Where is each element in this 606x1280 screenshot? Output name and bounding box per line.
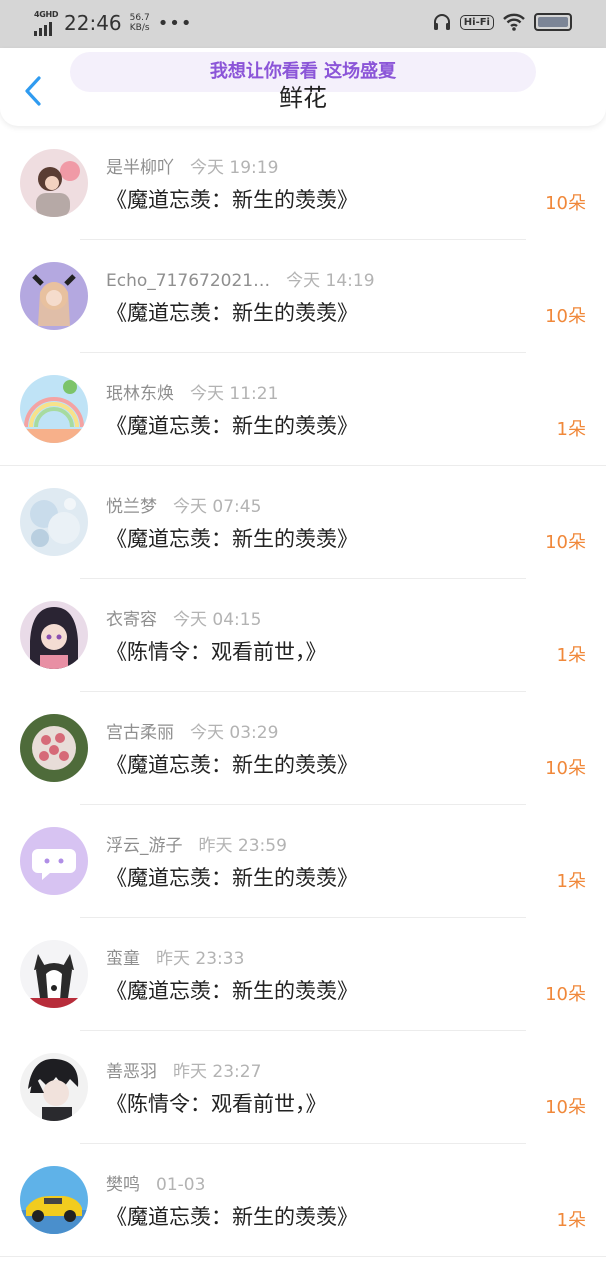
work-title: 《魔道忘羡：新生的羡羡》 — [106, 1205, 358, 1229]
user-name: 衣寄容 — [106, 610, 157, 630]
timestamp: 昨天 23:33 — [156, 949, 245, 969]
work-title: 《魔道忘羡：新生的羡羡》 — [106, 188, 358, 212]
avatar-flower-bouquet[interactable] — [20, 714, 88, 782]
avatar-pale-blue[interactable] — [20, 488, 88, 556]
flower-count: 10朵 — [545, 193, 586, 214]
flower-count: 1朵 — [556, 645, 586, 666]
list-item[interactable]: Echo_717672021… 今天 14:19 《魔道忘羡：新生的羡羡》 10朵 — [0, 240, 606, 353]
user-name: 浮云_游子 — [106, 836, 183, 856]
avatar-default-chat[interactable] — [20, 827, 88, 895]
page-title: 鲜花 — [279, 84, 327, 112]
timestamp: 今天 14:19 — [286, 271, 375, 291]
list-item[interactable]: 浮云_游子 昨天 23:59 《魔道忘羡：新生的羡羡》 1朵 — [0, 805, 606, 918]
network-speed: 56.7 KB/s — [129, 13, 150, 33]
user-name: 宫古柔丽 — [106, 723, 174, 743]
work-title: 《陈情令：观看前世，》 — [106, 1092, 327, 1116]
flower-count: 10朵 — [545, 984, 586, 1005]
user-name: 蛮童 — [106, 949, 140, 969]
user-name: 是半柳吖 — [106, 158, 174, 178]
timestamp: 今天 07:45 — [173, 497, 262, 517]
user-name: 樊鸣 — [106, 1175, 140, 1195]
list-item[interactable]: 珉林东焕 今天 11:21 《魔道忘羡：新生的羡羡》 1朵 — [0, 353, 606, 466]
flower-count: 10朵 — [545, 306, 586, 327]
more-notifications-icon: ••• — [157, 12, 193, 34]
headphones-icon — [433, 14, 450, 30]
clock: 22:46 — [64, 11, 122, 35]
user-name: Echo_717672021… — [106, 271, 271, 291]
hifi-badge: Hi-Fi — [459, 14, 494, 30]
flower-gift-list: 是半柳吖 今天 19:19 《魔道忘羡：新生的羡羡》 10朵 Echo_71767… — [0, 127, 606, 1257]
work-title: 《魔道忘羡：新生的羡羡》 — [106, 527, 358, 551]
list-item[interactable]: 樊鸣 01-03 《魔道忘羡：新生的羡羡》 1朵 — [0, 1144, 606, 1257]
header: 我想让你看看 这场盛夏 鲜花 — [0, 48, 606, 126]
timestamp: 01-03 — [156, 1175, 206, 1195]
avatar-anime-boy[interactable] — [20, 1053, 88, 1121]
avatar-anime-dark-hair[interactable] — [20, 601, 88, 669]
flower-count: 10朵 — [545, 1097, 586, 1118]
work-title: 《陈情令：观看前世，》 — [106, 640, 327, 664]
avatar-girl-pink[interactable] — [20, 149, 88, 217]
status-bar: 4GHD 22:46 56.7 KB/s ••• Hi-Fi — [0, 0, 606, 48]
user-name: 悦兰梦 — [106, 497, 157, 517]
list-item[interactable]: 宫古柔丽 今天 03:29 《魔道忘羡：新生的羡羡》 10朵 — [0, 692, 606, 805]
flower-count: 10朵 — [545, 532, 586, 553]
battery-icon — [534, 13, 572, 31]
flower-count: 1朵 — [556, 871, 586, 892]
work-title: 《魔道忘羡：新生的羡羡》 — [106, 301, 358, 325]
divider — [0, 1256, 606, 1257]
list-item[interactable]: 是半柳吖 今天 19:19 《魔道忘羡：新生的羡羡》 10朵 — [0, 127, 606, 240]
flower-count: 10朵 — [545, 758, 586, 779]
timestamp: 今天 03:29 — [190, 723, 279, 743]
network-type: 4GHD — [34, 10, 59, 19]
avatar-rainbow-sky[interactable] — [20, 375, 88, 443]
timestamp: 今天 19:19 — [190, 158, 279, 178]
list-item[interactable]: 悦兰梦 今天 07:45 《魔道忘羡：新生的羡羡》 10朵 — [0, 466, 606, 579]
work-title: 《魔道忘羡：新生的羡羡》 — [106, 866, 358, 890]
list-item[interactable]: 善恶羽 昨天 23:27 《陈情令：观看前世，》 10朵 — [0, 1031, 606, 1144]
timestamp: 昨天 23:27 — [173, 1062, 262, 1082]
list-item[interactable]: 蛮童 昨天 23:33 《魔道忘羡：新生的羡羡》 10朵 — [0, 918, 606, 1031]
flower-count: 1朵 — [556, 1210, 586, 1231]
wifi-icon — [503, 13, 525, 31]
timestamp: 今天 04:15 — [173, 610, 262, 630]
timestamp: 今天 11:21 — [190, 384, 279, 404]
user-name: 善恶羽 — [106, 1062, 157, 1082]
avatar-yellow-car[interactable] — [20, 1166, 88, 1234]
work-title: 《魔道忘羡：新生的羡羡》 — [106, 979, 358, 1003]
flower-count: 1朵 — [556, 419, 586, 440]
timestamp: 昨天 23:59 — [198, 836, 287, 856]
list-item[interactable]: 衣寄容 今天 04:15 《陈情令：观看前世，》 1朵 — [0, 579, 606, 692]
signal-icon: 4GHD — [32, 8, 60, 38]
avatar-husky[interactable] — [20, 940, 88, 1008]
work-title: 《魔道忘羡：新生的羡羡》 — [106, 414, 358, 438]
work-title: 《魔道忘羡：新生的羡羡》 — [106, 753, 358, 777]
user-name: 珉林东焕 — [106, 384, 174, 404]
avatar-anime-girl-purple[interactable] — [20, 262, 88, 330]
